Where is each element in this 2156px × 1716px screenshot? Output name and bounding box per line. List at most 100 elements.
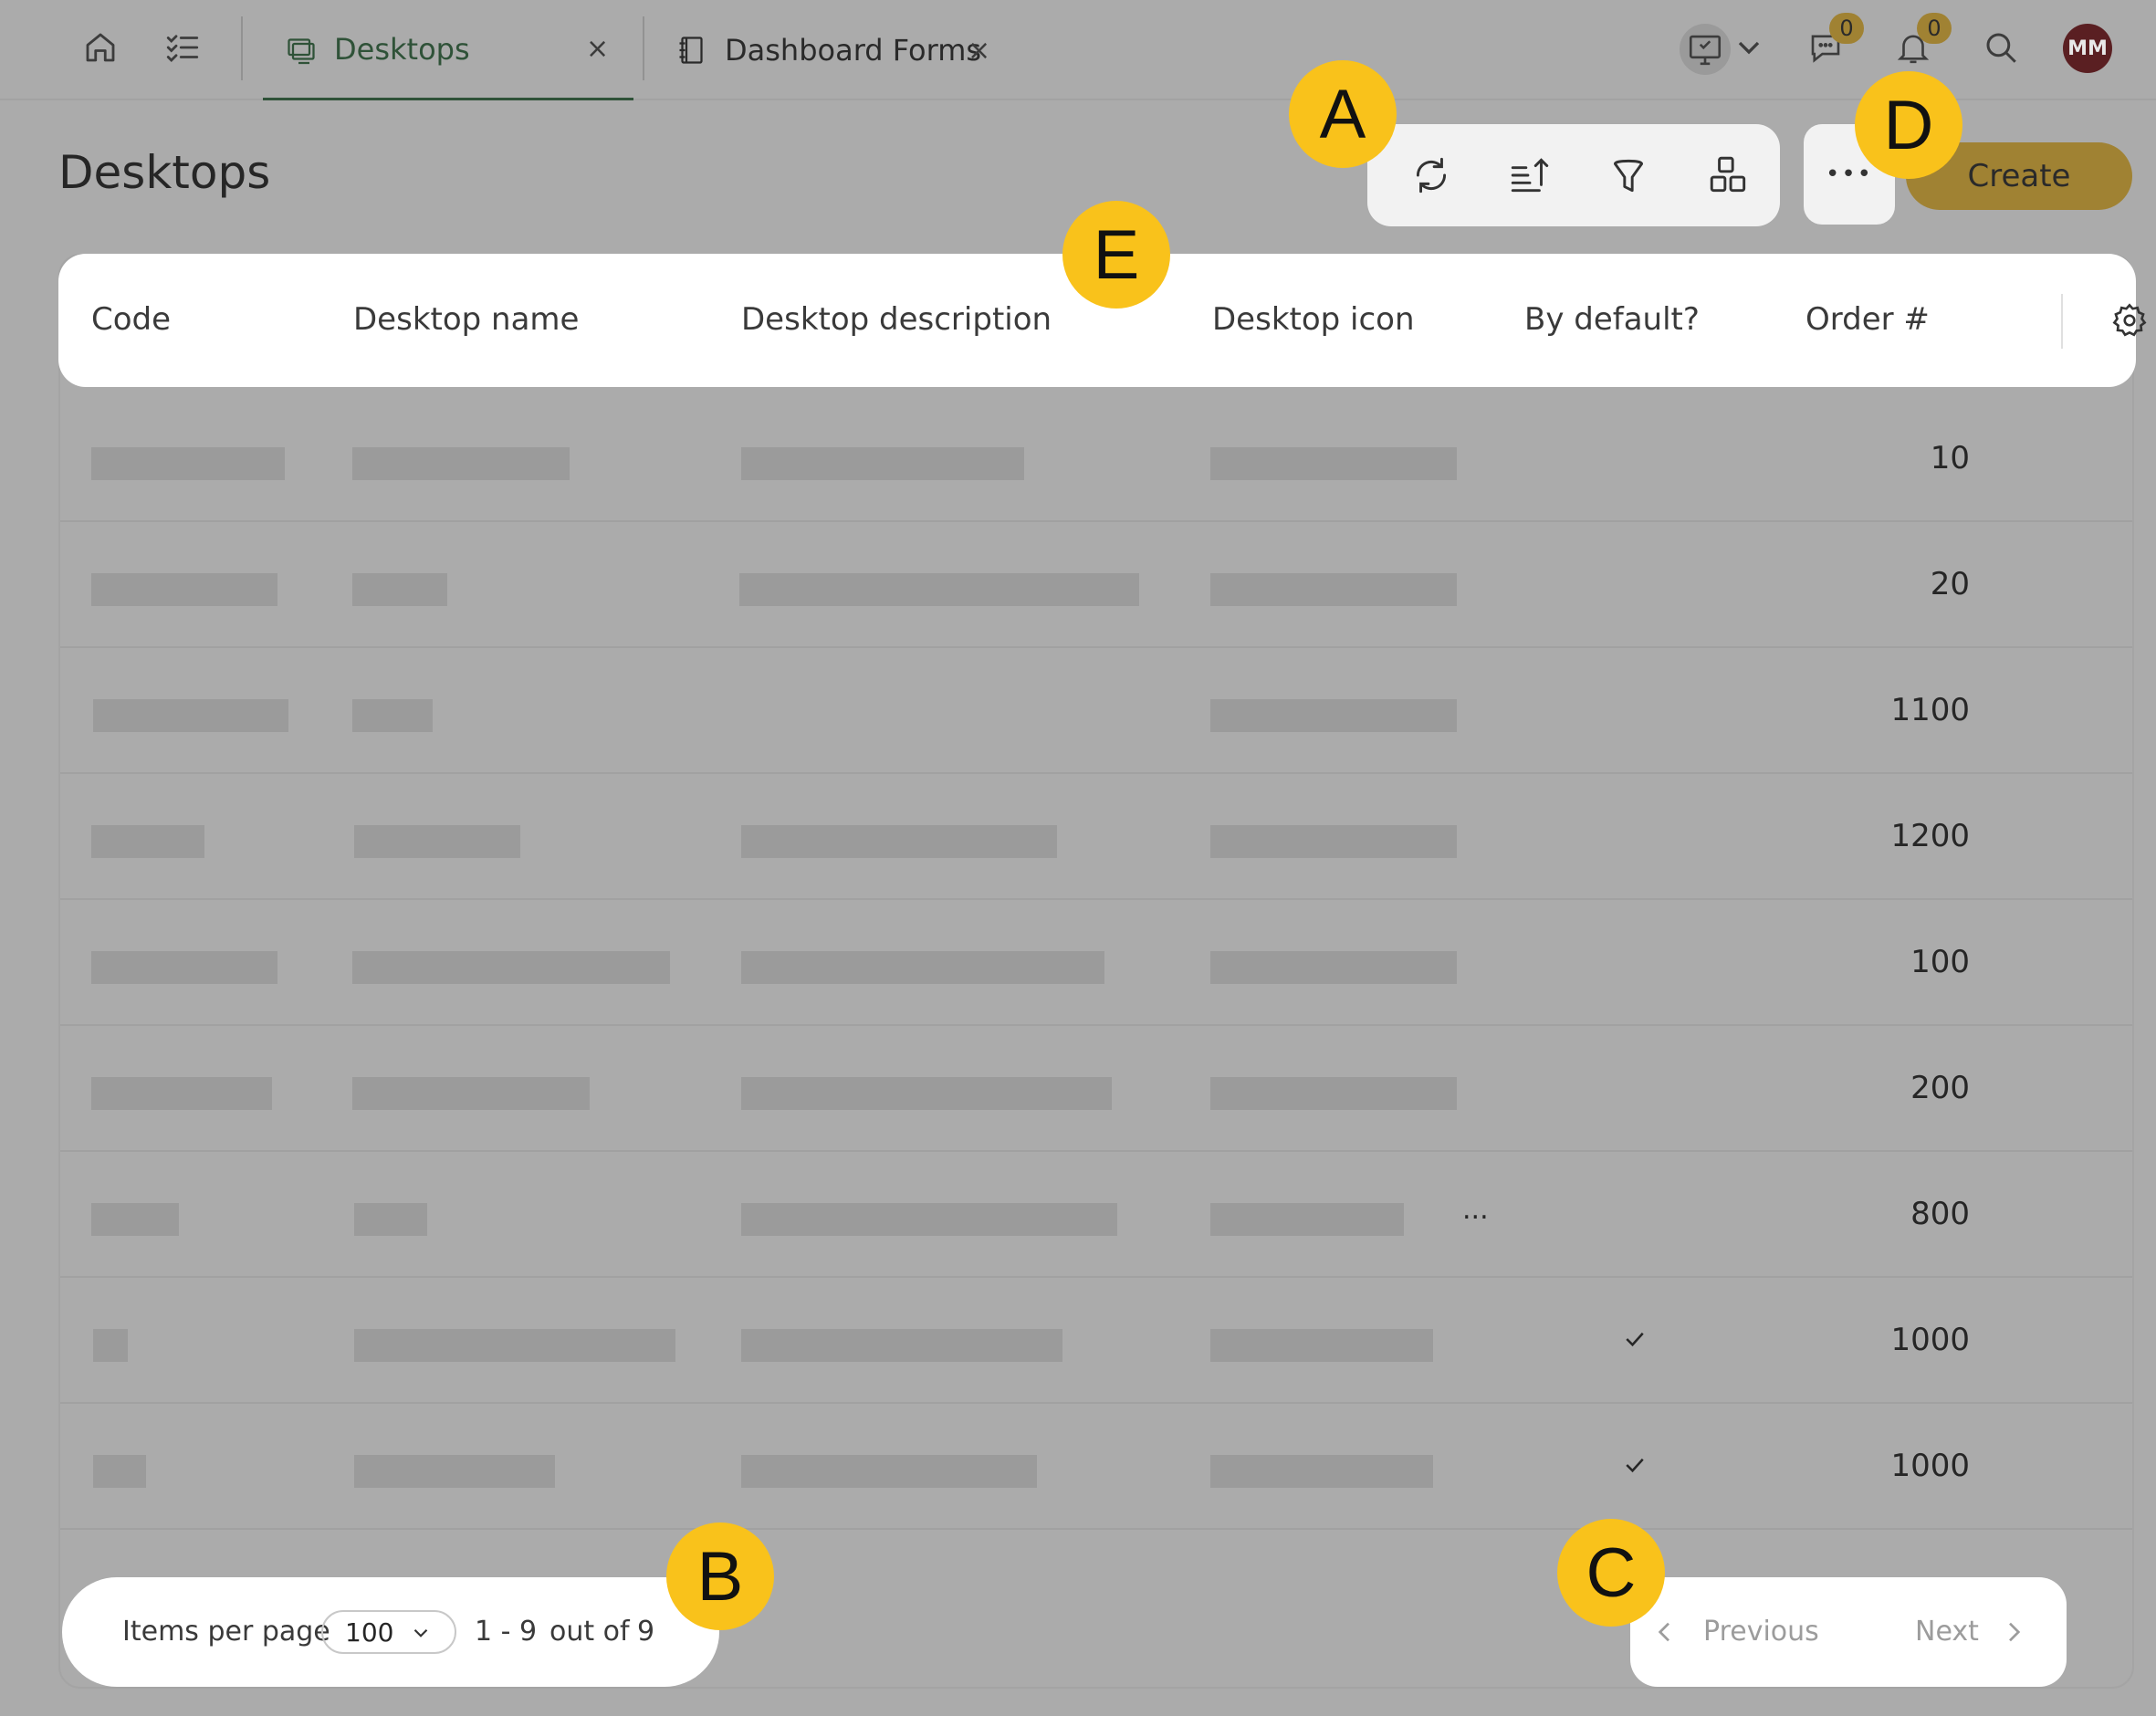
- redacted-name: [354, 1329, 675, 1362]
- check-icon: [1626, 1332, 1644, 1347]
- redacted-name: [354, 825, 520, 858]
- table-row[interactable]: 1200: [60, 774, 2132, 900]
- redacted-code: [93, 1329, 128, 1362]
- table-row[interactable]: 200: [60, 1026, 2132, 1152]
- home-icon[interactable]: [77, 24, 124, 71]
- redacted-description: [741, 1077, 1112, 1110]
- pagination-summary: Items per page 100 1 - 9 out of 9: [62, 1577, 719, 1687]
- order-value: 800: [1910, 1196, 1970, 1232]
- redacted-description: [741, 951, 1104, 984]
- order-value: 1200: [1890, 818, 1970, 854]
- total-count: 9: [637, 1616, 655, 1648]
- redacted-name: [354, 1203, 427, 1236]
- redacted-name: [352, 699, 433, 732]
- redacted-name: [352, 447, 570, 480]
- table-row[interactable]: 1000: [60, 1278, 2132, 1404]
- table-row[interactable]: ... 800: [60, 1152, 2132, 1278]
- column-header-code[interactable]: Code: [91, 301, 171, 338]
- redacted-code: [93, 699, 288, 732]
- table-row[interactable]: 20: [60, 522, 2132, 648]
- column-header-order[interactable]: Order #: [1805, 301, 1930, 338]
- previous-button[interactable]: Previous: [1703, 1616, 1819, 1648]
- table-toolbar: [1367, 124, 1780, 226]
- order-value: 10: [1930, 440, 1970, 476]
- redacted-icon: [1210, 699, 1457, 732]
- chevron-left-icon[interactable]: [1650, 1617, 1680, 1647]
- tab-divider: [643, 16, 644, 80]
- table-row[interactable]: 10: [60, 396, 2132, 522]
- redacted-code: [91, 447, 285, 480]
- chat-count-badge: 0: [1829, 13, 1864, 44]
- redacted-icon: [1210, 447, 1457, 480]
- checklist-icon[interactable]: [159, 24, 206, 71]
- redacted-description: [739, 573, 1139, 606]
- table-row[interactable]: 100: [60, 900, 2132, 1026]
- tab-dashboard-forms[interactable]: Dashboard Forms ×: [675, 0, 1004, 100]
- redacted-description: [741, 1455, 1037, 1488]
- callout-e: E: [1062, 201, 1170, 309]
- redacted-icon: [1210, 1455, 1433, 1488]
- callout-c: C: [1557, 1519, 1665, 1627]
- redacted-icon: [1210, 1203, 1404, 1236]
- tab-desktops[interactable]: Desktops ×: [263, 0, 633, 100]
- order-value: 1100: [1890, 692, 1970, 728]
- chevron-down-icon: [413, 1628, 428, 1638]
- redacted-description: [741, 1329, 1062, 1362]
- truncation-ellipsis: ...: [1462, 1194, 1489, 1226]
- order-value: 20: [1930, 566, 1970, 602]
- redacted-description: [741, 1203, 1117, 1236]
- order-value: 1000: [1890, 1322, 1970, 1358]
- column-header-desktop-description[interactable]: Desktop description: [741, 301, 1052, 338]
- redacted-code: [91, 951, 277, 984]
- callout-d: D: [1855, 71, 1962, 179]
- order-value: 1000: [1890, 1448, 1970, 1484]
- redacted-name: [352, 951, 670, 984]
- items-per-page-select[interactable]: 100: [321, 1610, 456, 1654]
- redacted-icon: [1210, 573, 1457, 606]
- nav-divider: [241, 16, 243, 80]
- avatar[interactable]: MM: [2063, 24, 2112, 73]
- chevron-down-icon[interactable]: [1731, 24, 1767, 71]
- redacted-name: [352, 573, 447, 606]
- redacted-code: [91, 825, 204, 858]
- redacted-icon: [1210, 1077, 1457, 1110]
- chevron-right-icon[interactable]: [1999, 1617, 2028, 1647]
- redacted-code: [91, 573, 277, 606]
- column-header-by-default[interactable]: By default?: [1524, 301, 1700, 338]
- search-icon[interactable]: [1977, 24, 2025, 71]
- filter-icon[interactable]: [1603, 150, 1654, 201]
- redacted-code: [91, 1077, 272, 1110]
- table-row[interactable]: 1100: [60, 648, 2132, 774]
- redacted-description: [741, 825, 1057, 858]
- callout-a: A: [1289, 60, 1397, 168]
- redacted-icon: [1210, 951, 1457, 984]
- layout-grid-icon[interactable]: [1703, 150, 1754, 201]
- refresh-icon[interactable]: [1406, 150, 1457, 201]
- top-bar: Desktops × Dashboard Forms × 0 0 MM: [0, 0, 2156, 100]
- close-tab-icon[interactable]: ×: [586, 33, 609, 65]
- more-options-icon: •••: [1825, 161, 1873, 188]
- redacted-description: [741, 447, 1024, 480]
- workspace-switcher-icon[interactable]: [1680, 24, 1731, 75]
- table-row[interactable]: 1000: [60, 1404, 2132, 1530]
- page-title: Desktops: [58, 146, 271, 199]
- order-value: 200: [1910, 1070, 1970, 1106]
- redacted-name: [354, 1455, 555, 1488]
- redacted-name: [352, 1077, 590, 1110]
- items-per-page-label: Items per page: [122, 1616, 330, 1648]
- sort-icon[interactable]: [1504, 150, 1555, 201]
- close-tab-icon[interactable]: ×: [968, 35, 990, 67]
- column-header-desktop-name[interactable]: Desktop name: [353, 301, 579, 338]
- out-of-label: out of: [549, 1616, 630, 1648]
- gear-icon[interactable]: [2110, 301, 2149, 340]
- next-button[interactable]: Next: [1915, 1616, 1979, 1648]
- pagination-controls: Previous Next: [1630, 1577, 2067, 1687]
- notebook-icon: [675, 34, 708, 67]
- header-divider: [2061, 294, 2063, 349]
- page-range: 1 - 9: [475, 1616, 538, 1648]
- notification-count-badge: 0: [1917, 13, 1952, 44]
- redacted-icon: [1210, 825, 1457, 858]
- items-per-page-value: 100: [345, 1617, 394, 1648]
- column-header-desktop-icon[interactable]: Desktop icon: [1212, 301, 1415, 338]
- check-icon: [1626, 1458, 1644, 1473]
